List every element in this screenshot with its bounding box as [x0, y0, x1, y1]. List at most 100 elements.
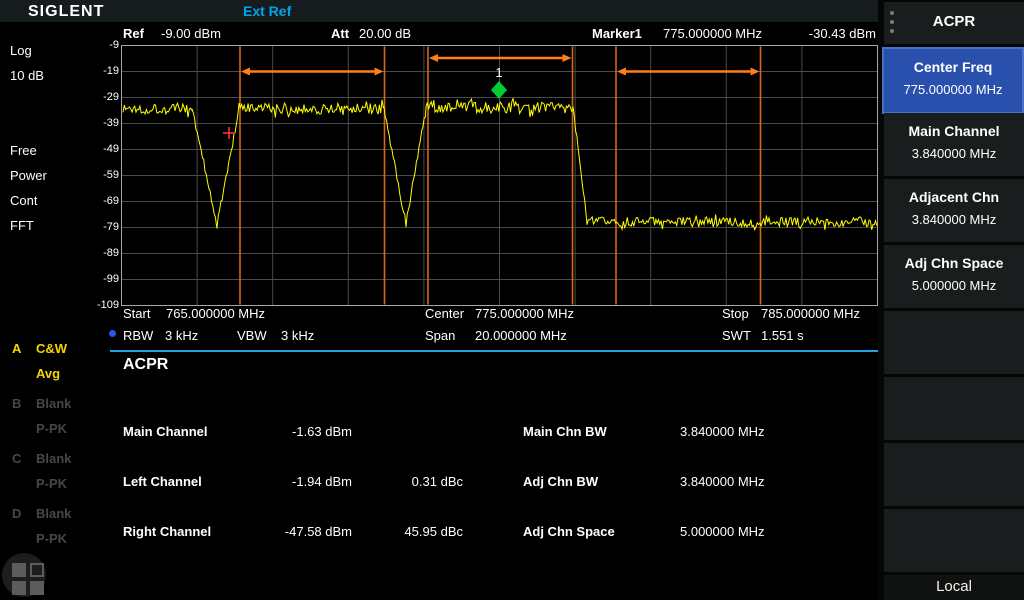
grid-icon	[30, 581, 44, 595]
detector-indicator: Power	[10, 168, 47, 183]
marker-readout-label: Marker1	[592, 26, 642, 41]
section-divider	[110, 350, 878, 352]
result-row-label: Left Channel	[123, 474, 202, 489]
result-power: -1.63 dBm	[240, 424, 352, 439]
rbw-coupled-indicator	[109, 330, 116, 337]
softkey-empty[interactable]	[884, 509, 1024, 572]
trigger-indicator: Free	[10, 143, 37, 158]
results-title: ACPR	[123, 356, 168, 374]
trace-d-id: D	[12, 506, 21, 521]
trace-b-id: B	[12, 396, 21, 411]
y-tick-label: -99	[85, 273, 119, 285]
result-row-label: Main Channel	[123, 424, 208, 439]
trace-c-mode: Blank	[36, 451, 71, 466]
softkey-label: Main Channel	[884, 123, 1024, 139]
y-tick-label: -49	[85, 143, 119, 155]
trace-a	[123, 98, 877, 230]
spectrum-chart-canvas: 1	[0, 0, 878, 600]
center-freq-label: Center	[425, 306, 464, 321]
result-bw-label: Adj Chn Space	[523, 524, 615, 539]
att-value: 20.00 dB	[359, 26, 411, 41]
softkey-value: 5.000000 MHz	[884, 278, 1024, 293]
trace-c-detector: P-PK	[36, 476, 67, 491]
grid-icon	[30, 563, 44, 577]
siglent-logo: SIGLENT	[28, 3, 104, 21]
ext-ref-indicator: Ext Ref	[243, 3, 291, 19]
y-tick-label: -39	[85, 117, 119, 129]
result-row-label: Right Channel	[123, 524, 211, 539]
trace-d-mode: Blank	[36, 506, 71, 521]
y-tick-label: -29	[85, 91, 119, 103]
result-bw-value: 3.840000 MHz	[680, 424, 765, 439]
stop-freq-label: Stop	[722, 306, 749, 321]
start-freq-label: Start	[123, 306, 150, 321]
menu-header: ACPR	[884, 2, 1024, 44]
trace-a-mode: C&W	[36, 341, 67, 356]
marker-readout-freq: 775.000000 MHz	[663, 26, 762, 41]
softkey-empty[interactable]	[884, 377, 1024, 440]
ref-label: Ref	[123, 26, 144, 41]
att-label: Att	[331, 26, 349, 41]
top-status-bar: SIGLENT Ext Ref	[0, 0, 878, 22]
stop-freq-value: 785.000000 MHz	[761, 306, 860, 321]
softkey-value: 775.000000 MHz	[884, 82, 1022, 97]
result-ratio: 45.95 dBc	[390, 524, 463, 539]
trace-a-id: A	[12, 341, 21, 356]
ref-value: -9.00 dBm	[161, 26, 221, 41]
result-power: -1.94 dBm	[240, 474, 352, 489]
marker1-diamond	[491, 81, 507, 99]
softkey-label: Adjacent Chn	[884, 189, 1024, 205]
grid-icon	[12, 581, 26, 595]
y-tick-label: -69	[85, 195, 119, 207]
vbw-label: VBW	[237, 328, 267, 343]
local-button[interactable]: Local	[884, 575, 1024, 600]
y-tick-label: -9	[85, 39, 119, 51]
swt-value: 1.551 s	[761, 328, 804, 343]
span-label: Span	[425, 328, 455, 343]
menu-title: ACPR	[884, 13, 1024, 30]
y-tick-label: -109	[85, 299, 119, 311]
y-tick-label: -59	[85, 169, 119, 181]
trace-c-id: C	[12, 451, 21, 466]
softkey-empty[interactable]	[884, 443, 1024, 506]
y-tick-label: -19	[85, 65, 119, 77]
swt-label: SWT	[722, 328, 751, 343]
rbw-value: 3 kHz	[165, 328, 198, 343]
softkey-empty[interactable]	[884, 311, 1024, 374]
softkey-value: 3.840000 MHz	[884, 146, 1024, 161]
softkey-value: 3.840000 MHz	[884, 212, 1024, 227]
span-value: 20.000000 MHz	[475, 328, 567, 343]
y-tick-label: -79	[85, 221, 119, 233]
scale-type-indicator: Log	[10, 43, 32, 58]
grid-icon	[12, 563, 26, 577]
trace-b-mode: Blank	[36, 396, 71, 411]
softkey-main-channel[interactable]: Main Channel 3.840000 MHz	[884, 113, 1024, 176]
trace-d-detector: P-PK	[36, 531, 67, 546]
vbw-value: 3 kHz	[281, 328, 314, 343]
delta-marker	[223, 127, 235, 139]
start-freq-value: 765.000000 MHz	[166, 306, 265, 321]
softkey-label: Adj Chn Space	[884, 255, 1024, 271]
rbw-label: RBW	[123, 328, 153, 343]
fft-indicator: FFT	[10, 218, 34, 233]
y-tick-label: -89	[85, 247, 119, 259]
result-bw-label: Main Chn BW	[523, 424, 607, 439]
trace-b-detector: P-PK	[36, 421, 67, 436]
scale-div-indicator: 10 dB	[10, 68, 44, 83]
result-power: -47.58 dBm	[240, 524, 352, 539]
menu-launcher-button[interactable]	[2, 553, 46, 597]
trace-a-detector: Avg	[36, 366, 60, 381]
softkey-adj-chn-space[interactable]: Adj Chn Space 5.000000 MHz	[884, 245, 1024, 308]
softkey-adjacent-chn[interactable]: Adjacent Chn 3.840000 MHz	[884, 179, 1024, 242]
sweep-mode-indicator: Cont	[10, 193, 37, 208]
result-bw-value: 5.000000 MHz	[680, 524, 765, 539]
center-freq-value: 775.000000 MHz	[475, 306, 574, 321]
result-bw-value: 3.840000 MHz	[680, 474, 765, 489]
menu-grip-icon	[890, 11, 894, 38]
marker1-label: 1	[495, 65, 502, 80]
instrument-screen: { "brand": "SIGLENT", "topbar": { "ext_r…	[0, 0, 1024, 600]
result-ratio: 0.31 dBc	[390, 474, 463, 489]
result-bw-label: Adj Chn BW	[523, 474, 598, 489]
marker-readout-ampl: -30.43 dBm	[809, 26, 876, 41]
softkey-center-freq[interactable]: Center Freq 775.000000 MHz	[882, 47, 1024, 114]
